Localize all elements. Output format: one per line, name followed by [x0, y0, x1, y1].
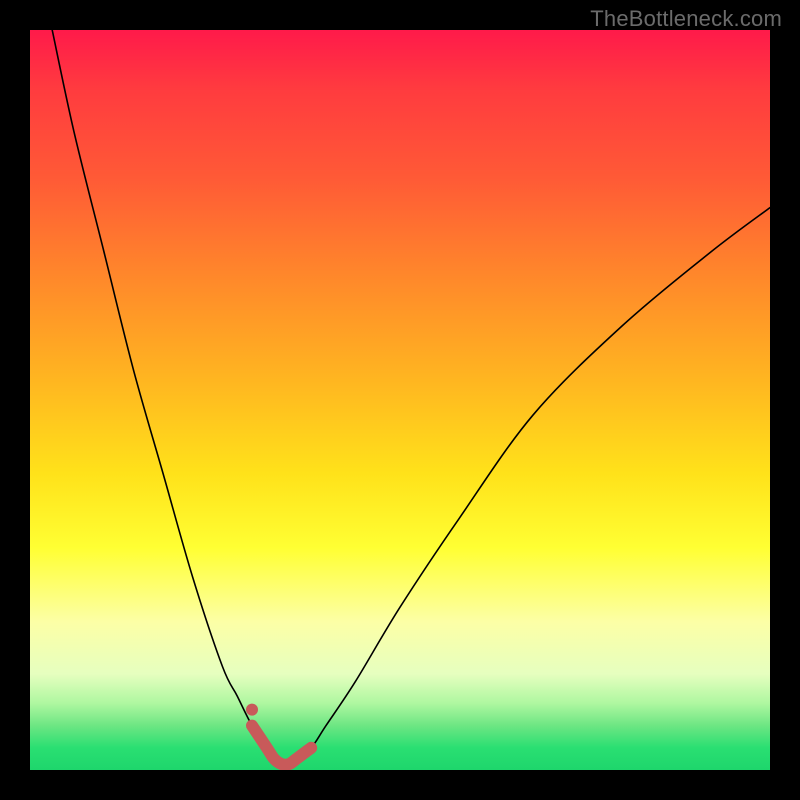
- plot-background: [30, 30, 770, 770]
- watermark-text: TheBottleneck.com: [590, 6, 782, 32]
- bottleneck-curve: [52, 30, 770, 765]
- highlight-dot: [246, 704, 258, 716]
- chart-frame: TheBottleneck.com: [0, 0, 800, 800]
- curve-svg: [30, 30, 770, 770]
- bottleneck-curve-highlight: [252, 726, 311, 765]
